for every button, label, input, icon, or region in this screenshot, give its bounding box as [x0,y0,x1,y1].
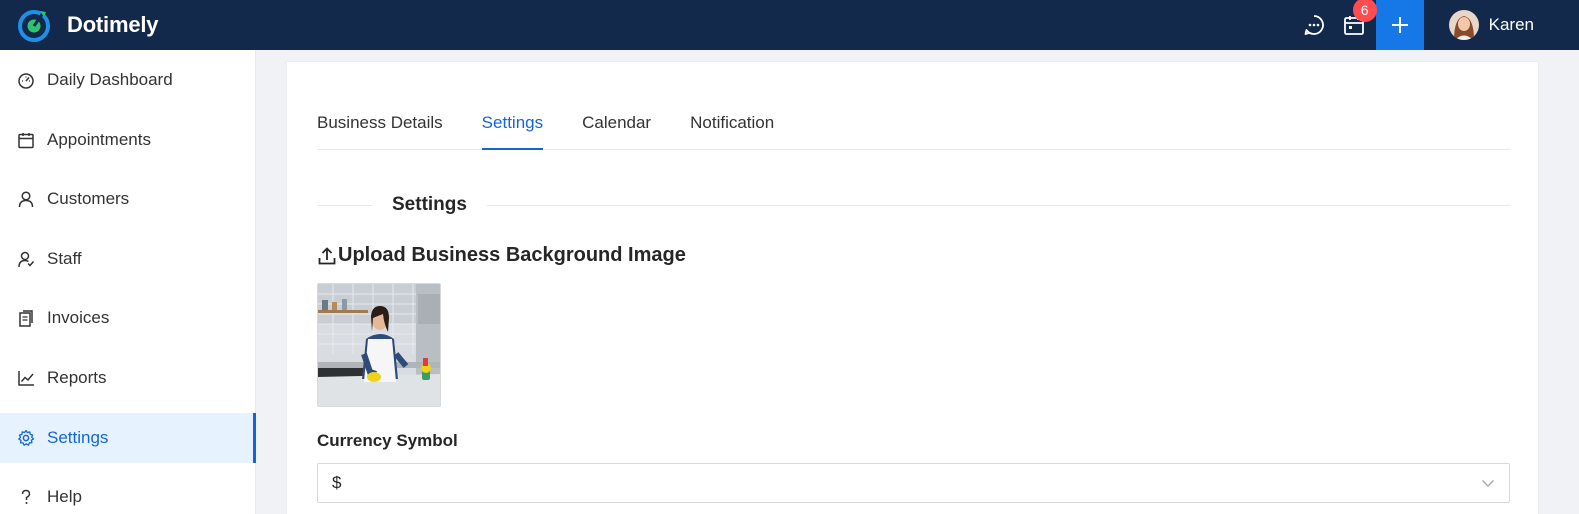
sidebar-item-label: Reports [47,367,107,387]
plus-icon [1391,17,1408,33]
upload-label-text: Upload Business Background Image [338,244,686,266]
sidebar-item-label: Help [47,487,82,507]
top-navigation-bar: Dotimely 6 Karen [0,0,1579,50]
invoice-icon [17,309,35,328]
sidebar-item-settings[interactable]: Settings [0,412,256,463]
brand[interactable]: Dotimely [0,0,159,50]
sidebar-item-staff[interactable]: Staff [0,234,255,284]
dashboard-icon [17,71,35,89]
tab-notification[interactable]: Notification [690,113,774,149]
question-icon [17,488,35,506]
tab-business-details[interactable]: Business Details [317,113,443,149]
sidebar-item-label: Daily Dashboard [47,70,173,89]
chat-button[interactable] [1294,0,1334,50]
notification-count-badge: 6 [1352,0,1377,22]
upload-background-button[interactable]: Upload Business Background Image [317,244,686,267]
calendar-icon [17,131,35,149]
sidebar-item-reports[interactable]: Reports [0,353,255,403]
tab-calendar[interactable]: Calendar [582,113,651,149]
sidebar-item-customers[interactable]: Customers [0,174,255,224]
tab-settings[interactable]: Settings [481,113,544,150]
divider-line [486,204,1510,206]
sidebar-item-label: Staff [47,248,82,268]
upload-icon [318,246,336,264]
top-actions: 6 Karen [1294,0,1579,50]
calendar-notifications-button[interactable]: 6 [1334,0,1377,50]
background-image [318,284,440,406]
section-title: Settings [392,194,467,215]
sidebar-item-label: Appointments [47,129,151,149]
sidebar-item-appointments[interactable]: Appointments [0,115,255,165]
settings-tabs: Business Details Settings Calendar Notif… [317,62,1510,150]
sidebar: Daily Dashboard Appointments Customers S… [0,50,256,514]
divider-line [317,204,372,206]
staff-icon [17,250,35,268]
app-name: Dotimely [67,12,159,37]
avatar [1448,10,1479,40]
currency-symbol-label: Currency Symbol [317,431,458,450]
chart-icon [17,369,35,387]
section-divider: Settings [317,190,1510,220]
sidebar-item-label: Invoices [47,308,110,328]
dotimely-logo-icon [18,10,50,42]
sidebar-item-label: Settings [47,427,109,447]
chevron-down-icon [1482,480,1494,487]
currency-symbol-value: $ [332,473,342,492]
user-menu[interactable]: Karen [1424,0,1579,50]
sidebar-item-label: Customers [47,189,130,209]
sidebar-item-daily-dashboard[interactable]: Daily Dashboard [0,55,255,105]
gear-icon [17,429,35,447]
sidebar-item-help[interactable]: Help [0,472,255,514]
sidebar-item-invoices[interactable]: Invoices [0,293,255,343]
user-name: Karen [1488,15,1534,34]
chat-icon [1304,15,1324,35]
currency-symbol-select[interactable]: $ [317,463,1510,503]
background-image-thumbnail[interactable] [317,283,441,407]
user-icon [17,190,35,208]
add-button[interactable] [1375,0,1424,50]
settings-card: Business Details Settings Calendar Notif… [286,61,1539,514]
